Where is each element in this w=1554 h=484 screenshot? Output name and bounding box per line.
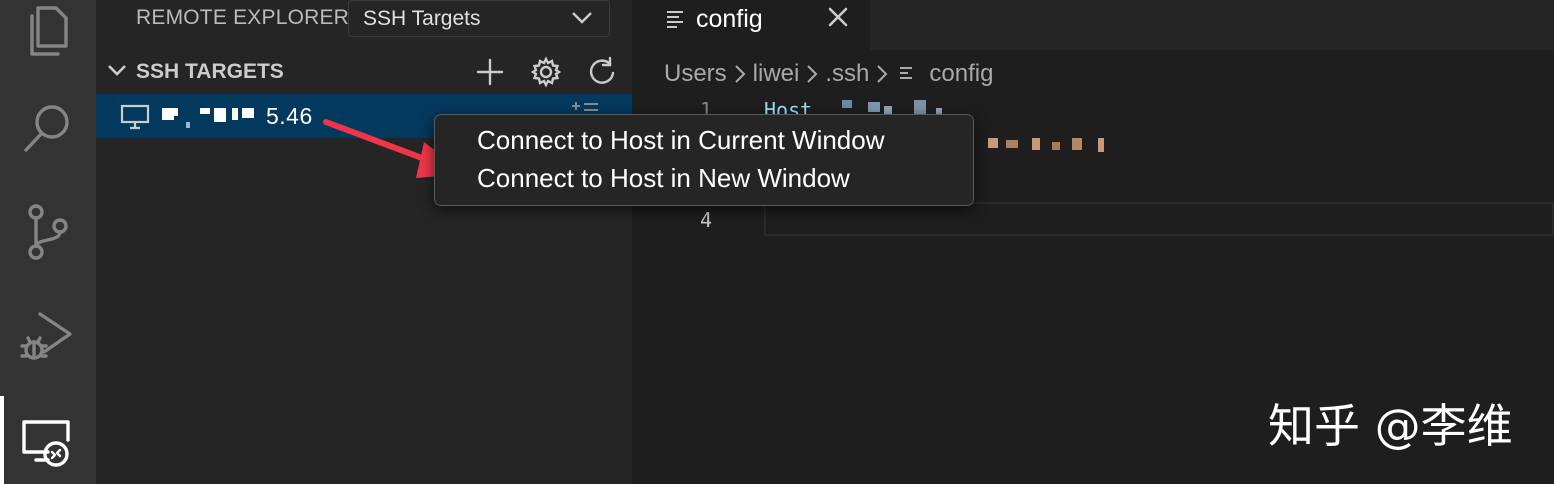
sidebar: REMOTE EXPLORER SSH Targets SSH TARGETS <box>96 0 632 484</box>
watermark: 知乎 @李维 <box>1268 399 1513 453</box>
target-type-value: SSH Targets <box>363 7 481 30</box>
connect-context-menu: Connect to Host in Current Window Connec… <box>434 114 974 206</box>
file-lines-icon <box>666 9 684 34</box>
refresh-icon[interactable] <box>586 56 618 93</box>
chevron-right-icon <box>734 64 746 84</box>
remote-explorer-icon <box>18 412 78 477</box>
tab-config[interactable]: config <box>632 0 870 50</box>
vscode-window: REMOTE EXPLORER SSH Targets SSH TARGETS <box>0 0 1554 484</box>
activity-search[interactable] <box>0 82 96 178</box>
activity-explorer[interactable] <box>0 0 96 80</box>
close-icon[interactable] <box>828 7 848 32</box>
line-number: 4 <box>699 208 712 232</box>
activity-run-debug[interactable] <box>0 292 96 388</box>
editor-tab-bar: config <box>632 0 1554 50</box>
activity-remote-explorer[interactable] <box>0 396 96 484</box>
breadcrumb-item[interactable]: .ssh <box>825 60 869 88</box>
breadcrumb-item[interactable]: config <box>929 60 993 88</box>
chevron-right-icon <box>876 64 888 84</box>
menu-item-connect-current-window[interactable]: Connect to Host in Current Window <box>477 125 885 156</box>
activity-source-control[interactable] <box>0 186 96 282</box>
gear-icon[interactable] <box>530 56 562 93</box>
ssh-targets-section-header[interactable]: SSH TARGETS <box>96 52 632 92</box>
breadcrumb: Users liwei .ssh config <box>664 58 993 90</box>
chevron-down-icon[interactable] <box>106 62 128 83</box>
file-lines-icon <box>899 65 917 83</box>
breadcrumb-item[interactable]: liwei <box>753 60 800 88</box>
breadcrumb-item[interactable]: Users <box>664 60 727 88</box>
activity-bar <box>0 0 96 484</box>
files-icon <box>22 0 74 65</box>
current-line-highlight <box>764 202 1554 236</box>
section-title: SSH TARGETS <box>136 60 284 83</box>
sidebar-header: REMOTE EXPLORER SSH Targets <box>96 0 632 40</box>
monitor-icon <box>120 104 150 135</box>
sidebar-title: REMOTE EXPLORER <box>136 6 350 29</box>
menu-item-connect-new-window[interactable]: Connect to Host in New Window <box>477 163 850 194</box>
search-icon <box>20 100 76 161</box>
plus-icon[interactable] <box>474 56 506 93</box>
section-actions <box>474 56 618 93</box>
host-name-suffix: 5.46 <box>266 103 313 129</box>
chevron-down-icon <box>572 12 592 24</box>
tab-label: config <box>696 5 763 33</box>
host-name-redacted <box>160 102 264 132</box>
source-control-icon <box>24 202 72 267</box>
target-type-select[interactable]: SSH Targets <box>348 0 610 37</box>
chevron-right-icon <box>806 64 818 84</box>
run-debug-icon <box>18 308 78 373</box>
